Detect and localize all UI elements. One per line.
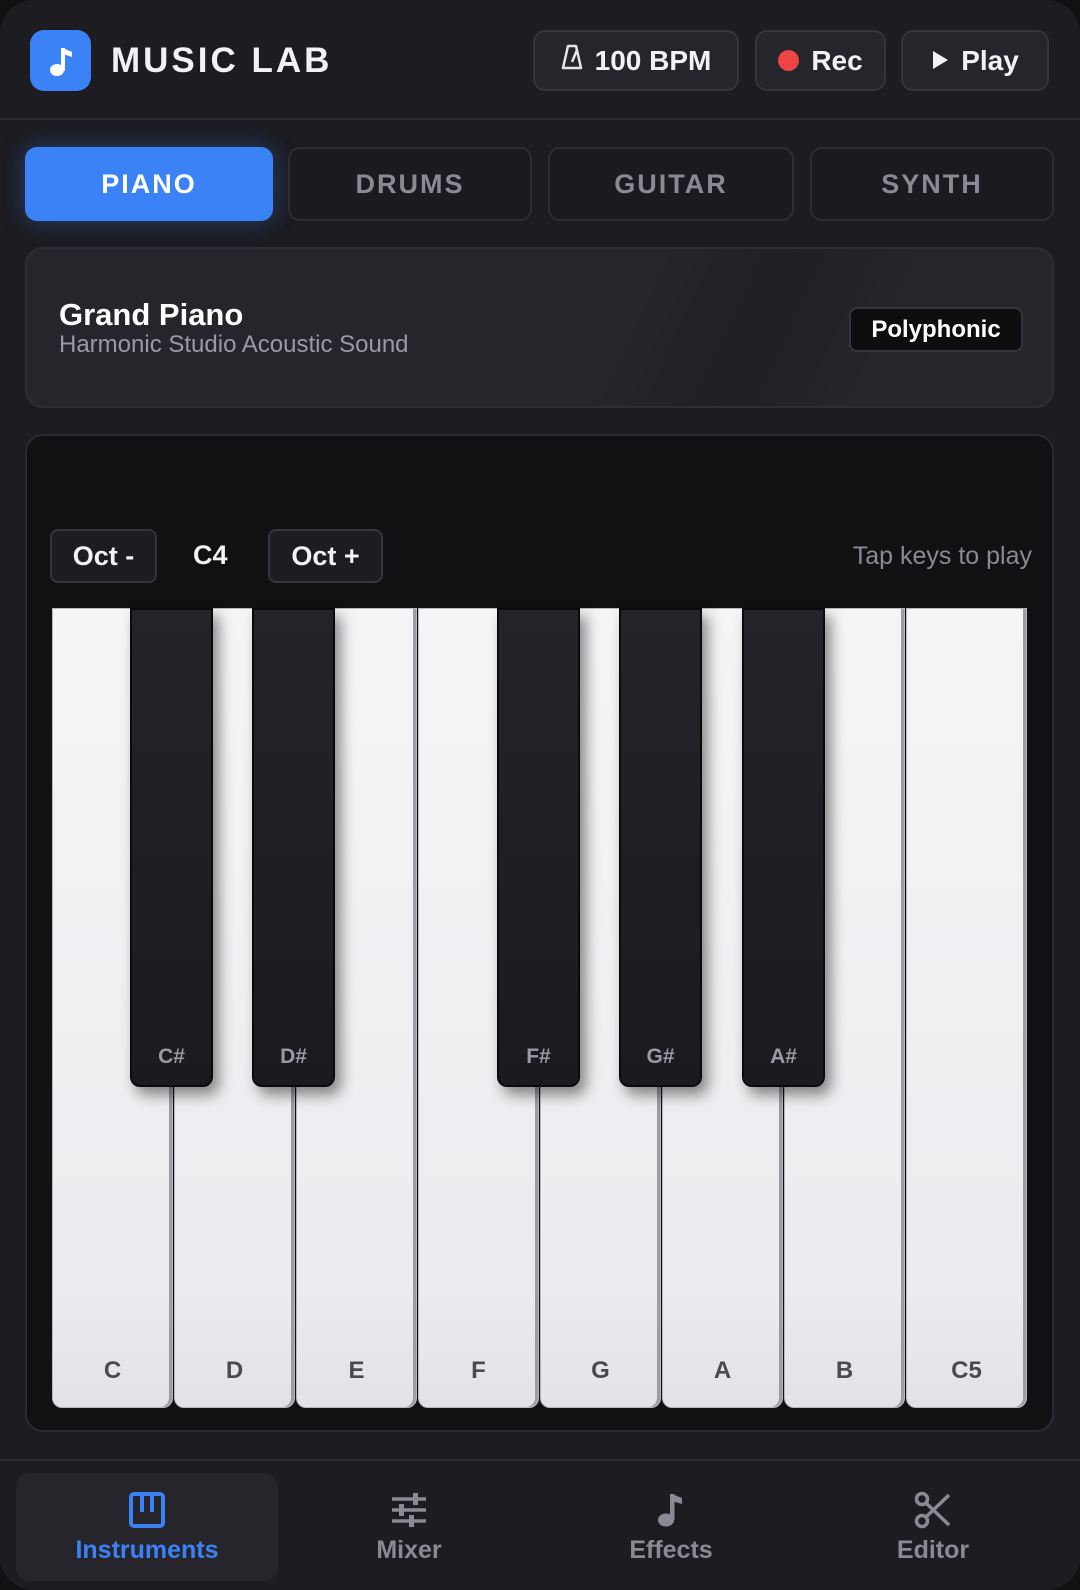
key-label: C xyxy=(103,1357,122,1384)
key-label: C# xyxy=(158,1045,185,1068)
black-key-c-sharp[interactable]: C# xyxy=(130,608,213,1087)
key-label: G xyxy=(591,1357,610,1384)
black-key-f-sharp[interactable]: F# xyxy=(497,608,580,1087)
octave-down-button[interactable]: Oct - xyxy=(50,529,157,583)
nav-effects[interactable]: Effects xyxy=(540,1473,802,1581)
key-label: A# xyxy=(770,1045,797,1068)
metronome-icon xyxy=(561,44,583,77)
tab-drums[interactable]: DRUMS xyxy=(288,147,532,221)
octave-up-button[interactable]: Oct + xyxy=(268,529,383,583)
key-label: E xyxy=(348,1357,365,1384)
key-label: G# xyxy=(646,1045,675,1068)
record-dot-icon xyxy=(778,50,800,71)
nav-editor[interactable]: Editor xyxy=(802,1473,1064,1581)
record-label: Rec xyxy=(811,44,863,76)
tab-guitar[interactable]: GUITAR xyxy=(548,147,794,221)
black-key-a-sharp[interactable]: A# xyxy=(742,608,825,1087)
key-label: A xyxy=(713,1357,732,1384)
nav-label: Editor xyxy=(896,1535,970,1564)
music-note-icon xyxy=(658,1493,682,1526)
tab-synth[interactable]: SYNTH xyxy=(810,147,1054,221)
music-note-logo-icon xyxy=(30,30,91,91)
instrument-name: Grand Piano xyxy=(59,297,244,332)
polyphonic-badge: Polyphonic xyxy=(849,307,1023,352)
black-key-g-sharp[interactable]: G# xyxy=(619,608,702,1087)
keyboard-panel: Oct - C4 Oct + Tap keys to play C D E F … xyxy=(25,434,1054,1432)
nav-mixer[interactable]: Mixer xyxy=(278,1473,540,1581)
play-hint: Tap keys to play xyxy=(852,542,1032,570)
piano-icon xyxy=(129,1491,165,1528)
tab-piano[interactable]: PIANO xyxy=(25,147,273,221)
key-label: F# xyxy=(526,1045,551,1068)
nav-label: Instruments xyxy=(75,1535,219,1564)
app-title: MUSIC LAB xyxy=(111,41,333,80)
nav-label: Mixer xyxy=(376,1535,442,1564)
sliders-icon xyxy=(392,1492,426,1527)
play-button[interactable]: Play xyxy=(901,30,1049,91)
tempo-label: 100 BPM xyxy=(594,44,712,76)
nav-instruments[interactable]: Instruments xyxy=(16,1473,278,1581)
key-label: D xyxy=(225,1357,244,1384)
white-key-c5[interactable]: C5 xyxy=(906,608,1027,1408)
tempo-button[interactable]: 100 BPM xyxy=(533,30,739,91)
black-key-d-sharp[interactable]: D# xyxy=(252,608,335,1087)
music-lab-app: MUSIC LAB 100 BPM Rec Play PIANO DRUMS G… xyxy=(0,0,1080,1590)
piano-keyboard: C D E F G A B C5 C# D# F# G# A# xyxy=(52,608,1031,1408)
play-label: Play xyxy=(961,44,1019,76)
record-button[interactable]: Rec xyxy=(755,30,886,91)
key-label: C5 xyxy=(951,1357,982,1384)
key-label: F xyxy=(471,1357,486,1384)
scissors-icon xyxy=(914,1491,951,1528)
key-label: B xyxy=(835,1357,854,1384)
octave-value: C4 xyxy=(193,540,228,570)
nav-label: Effects xyxy=(629,1535,713,1564)
bottom-navigation: Instruments Mixer Effects Editor xyxy=(0,1459,1080,1590)
instrument-card: Grand Piano Harmonic Studio Acoustic Sou… xyxy=(25,247,1054,408)
instrument-description: Harmonic Studio Acoustic Sound xyxy=(59,331,409,358)
app-header: MUSIC LAB 100 BPM Rec Play xyxy=(0,0,1080,120)
play-icon xyxy=(931,45,949,77)
key-label: D# xyxy=(280,1045,307,1068)
